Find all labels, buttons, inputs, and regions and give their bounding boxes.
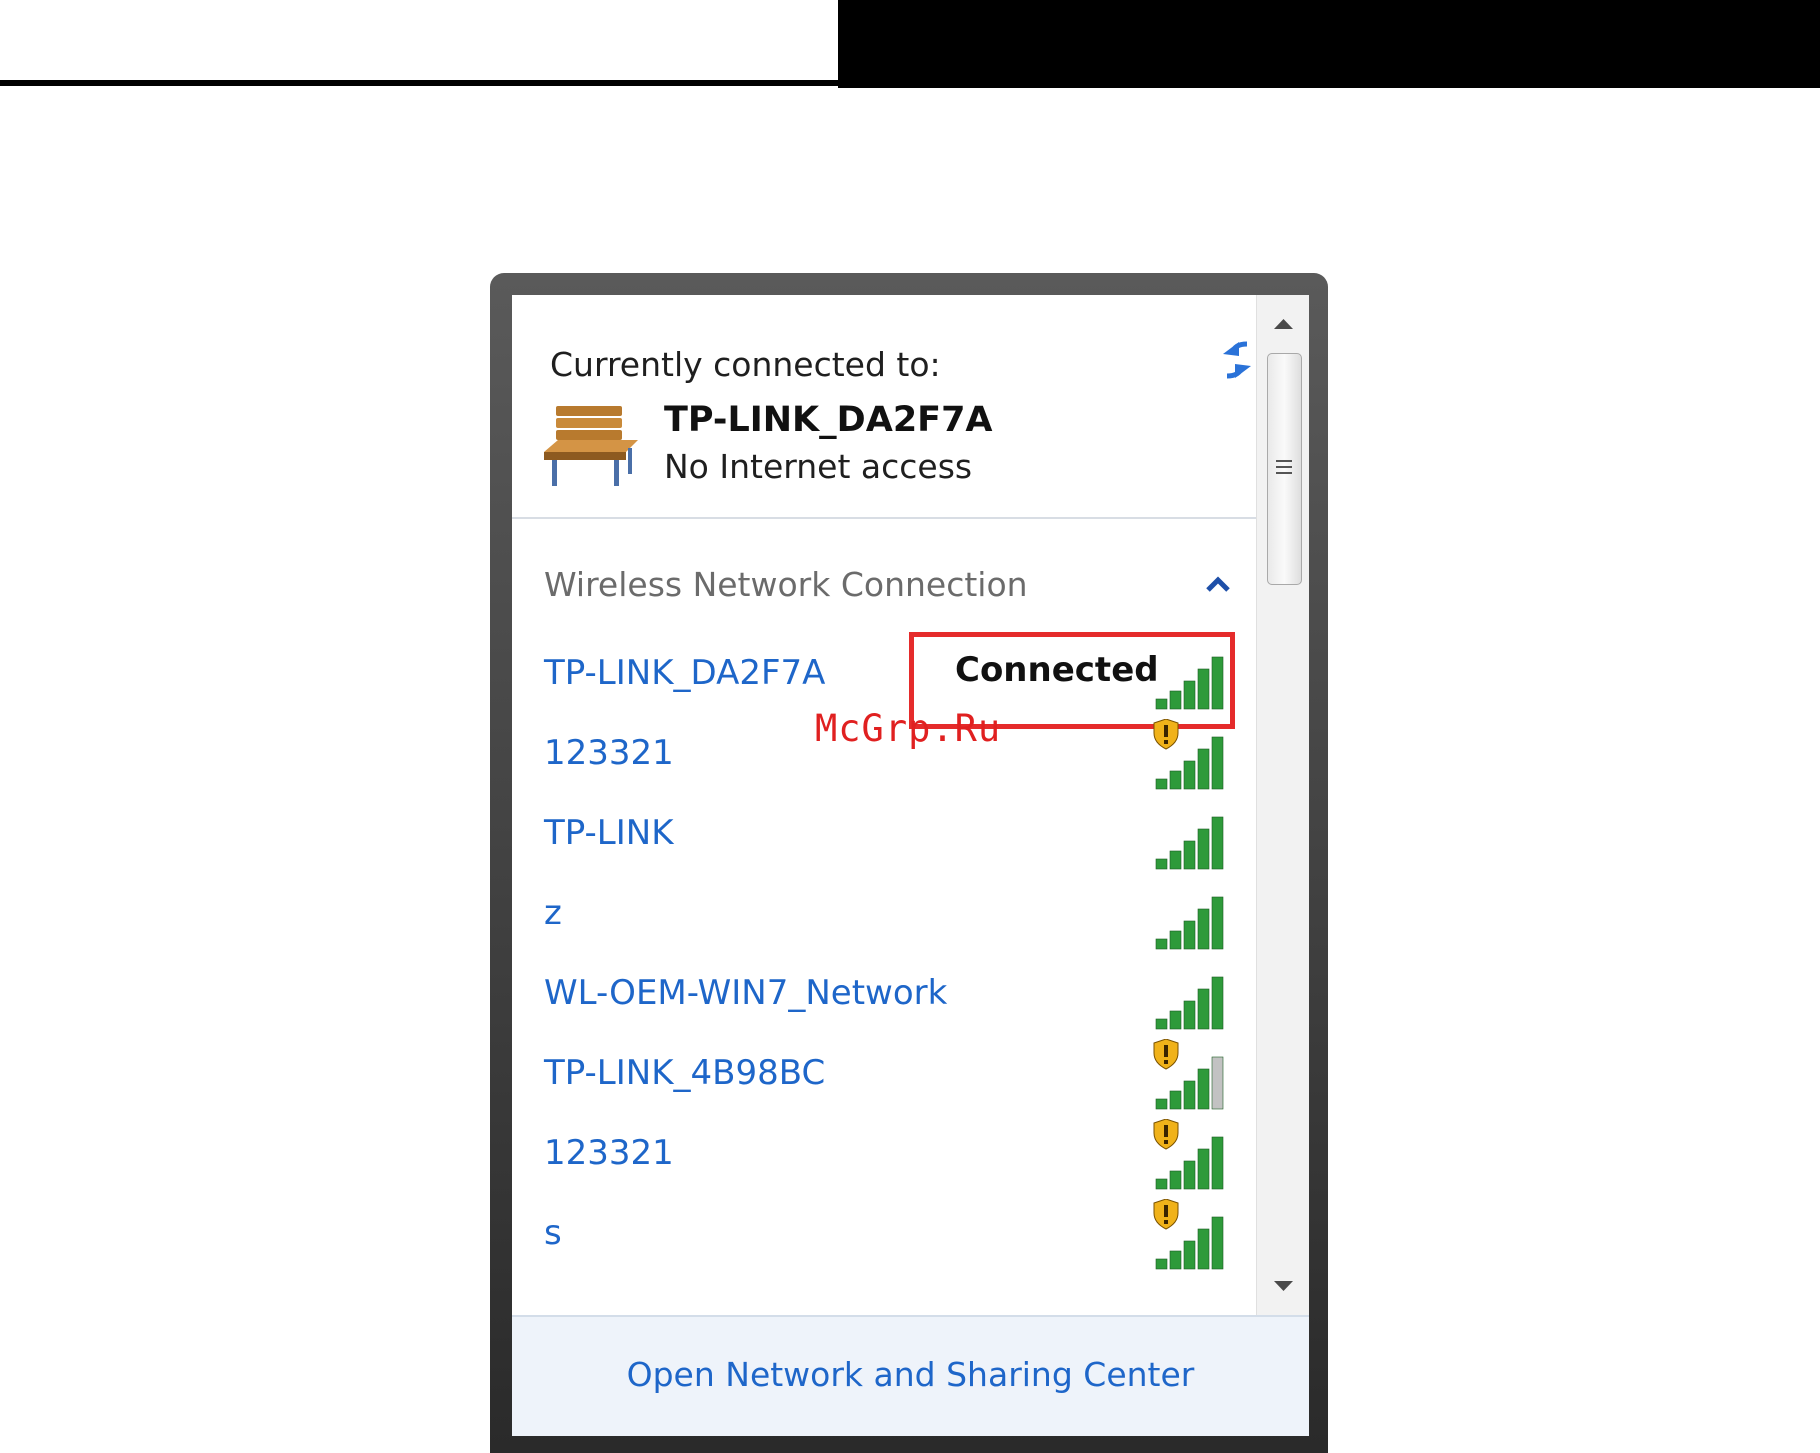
shield-warning-icon	[1153, 1199, 1179, 1230]
network-name[interactable]: 123321	[544, 733, 674, 773]
vertical-scrollbar[interactable]	[1256, 295, 1309, 1315]
shield-warning-icon	[1153, 1119, 1179, 1150]
network-name[interactable]: z	[544, 893, 562, 933]
currently-connected-label: Currently connected to:	[550, 345, 941, 384]
scroll-up-arrow-icon[interactable]	[1257, 295, 1309, 351]
shield-warning-icon	[1153, 1039, 1179, 1070]
open-network-sharing-center-link[interactable]: Open Network and Sharing Center	[512, 1355, 1309, 1394]
signal-strength-icon	[1155, 896, 1224, 950]
network-name[interactable]: TP-LINK_4B98BC	[544, 1053, 825, 1093]
network-name[interactable]: TP-LINK	[544, 813, 674, 853]
signal-strength-icon	[1153, 1199, 1224, 1270]
current-network-name: TP-LINK_DA2F7A	[664, 400, 993, 440]
current-network-status: No Internet access	[664, 447, 973, 486]
section-divider	[512, 517, 1256, 519]
network-list-item[interactable]: TP-LINK	[512, 795, 1256, 875]
network-list-item[interactable]: s	[512, 1195, 1256, 1275]
signal-strength-icon	[1153, 719, 1224, 790]
network-list-item[interactable]: z	[512, 875, 1256, 955]
network-list-item[interactable]: 123321	[512, 1115, 1256, 1195]
network-flyout-window: Currently connected to: TP-LINK_DA2F7A N…	[490, 273, 1328, 1453]
grip-lines-icon	[1276, 460, 1292, 474]
network-name[interactable]: s	[544, 1213, 562, 1253]
scroll-down-arrow-icon[interactable]	[1257, 1259, 1309, 1315]
signal-strength-icon	[1153, 1119, 1224, 1190]
flyout-footer: Open Network and Sharing Center	[512, 1315, 1309, 1436]
page-header-bar	[838, 0, 1820, 88]
signal-strength-icon	[1153, 1039, 1224, 1110]
wireless-section-title: Wireless Network Connection	[544, 565, 1028, 604]
network-name[interactable]: TP-LINK_DA2F7A	[544, 653, 825, 693]
bench-icon	[544, 406, 638, 486]
scrollbar-thumb[interactable]	[1267, 353, 1302, 585]
network-list-item[interactable]: TP-LINK_4B98BC	[512, 1035, 1256, 1115]
network-name[interactable]: 123321	[544, 1133, 674, 1173]
network-name[interactable]: WL-OEM-WIN7_Network	[544, 973, 947, 1013]
signal-strength-icon	[1155, 976, 1224, 1030]
signal-strength-icon	[1155, 816, 1224, 870]
network-list-item[interactable]: WL-OEM-WIN7_Network	[512, 955, 1256, 1035]
chevron-up-icon[interactable]	[1196, 563, 1240, 607]
shield-warning-icon	[1153, 719, 1179, 750]
network-flyout-panel: Currently connected to: TP-LINK_DA2F7A N…	[512, 295, 1309, 1436]
watermark-text: McGrp.Ru	[815, 707, 1002, 750]
page-top-rule	[0, 80, 840, 86]
